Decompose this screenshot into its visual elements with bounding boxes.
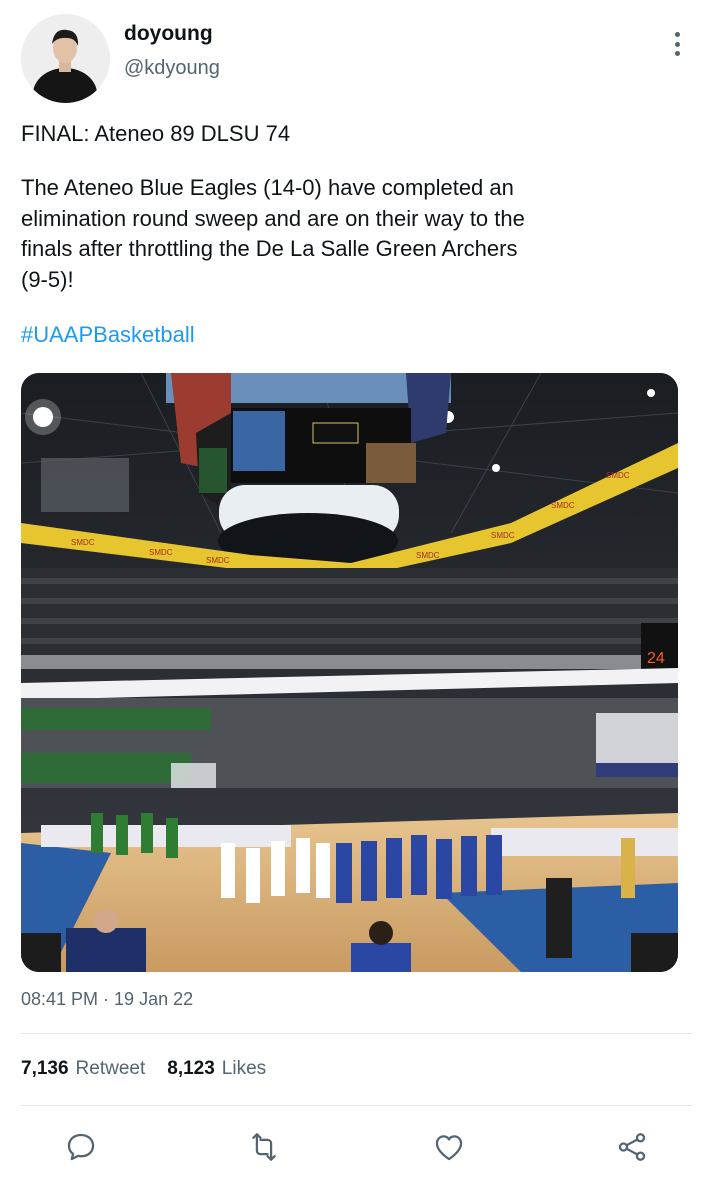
svg-text:24: 24 bbox=[647, 650, 665, 667]
tweet-actions bbox=[0, 1124, 713, 1170]
like-count-label: Likes bbox=[221, 1058, 267, 1079]
retweet-count[interactable]: 7,136 Retweet bbox=[21, 1058, 145, 1080]
reply-icon[interactable] bbox=[58, 1124, 104, 1170]
svg-text:SMDC: SMDC bbox=[416, 551, 440, 560]
tweet-timestamp[interactable]: 08:41 PM · 19 Jan 22 bbox=[21, 989, 193, 1010]
tweet-text-body: The Ateneo Blue Eagles (14-0) have compl… bbox=[21, 175, 525, 292]
avatar[interactable] bbox=[21, 14, 110, 103]
tweet-text-headline: FINAL: Ateneo 89 DLSU 74 bbox=[21, 121, 291, 146]
retweet-count-value: 7,136 bbox=[21, 1058, 69, 1079]
svg-text:SMDC: SMDC bbox=[491, 531, 515, 540]
tweet-stats: 7,136 Retweet 8,123 Likes bbox=[21, 1058, 266, 1080]
like-icon[interactable] bbox=[426, 1124, 472, 1170]
divider bbox=[21, 1105, 692, 1106]
retweet-count-label: Retweet bbox=[75, 1058, 146, 1079]
svg-text:SMDC: SMDC bbox=[71, 538, 95, 547]
svg-text:SMDC: SMDC bbox=[206, 556, 230, 565]
divider bbox=[21, 1033, 692, 1034]
more-options-icon[interactable] bbox=[664, 30, 690, 58]
svg-text:SMDC: SMDC bbox=[606, 471, 630, 480]
like-count[interactable]: 8,123 Likes bbox=[167, 1058, 266, 1080]
share-icon[interactable] bbox=[609, 1124, 655, 1170]
svg-text:SMDC: SMDC bbox=[551, 501, 575, 510]
retweet-icon[interactable] bbox=[241, 1124, 287, 1170]
hashtag-link[interactable]: #UAAPBasketball bbox=[21, 320, 195, 350]
svg-text:SMDC: SMDC bbox=[149, 548, 173, 557]
like-count-value: 8,123 bbox=[167, 1058, 215, 1079]
tweet-photo[interactable]: SMDC SMDC SMDC SMDC SMDC SMDC SMDC 24 bbox=[21, 373, 678, 972]
user-handle[interactable]: @kdyoung bbox=[124, 57, 220, 80]
display-name[interactable]: doyoung bbox=[124, 22, 213, 46]
